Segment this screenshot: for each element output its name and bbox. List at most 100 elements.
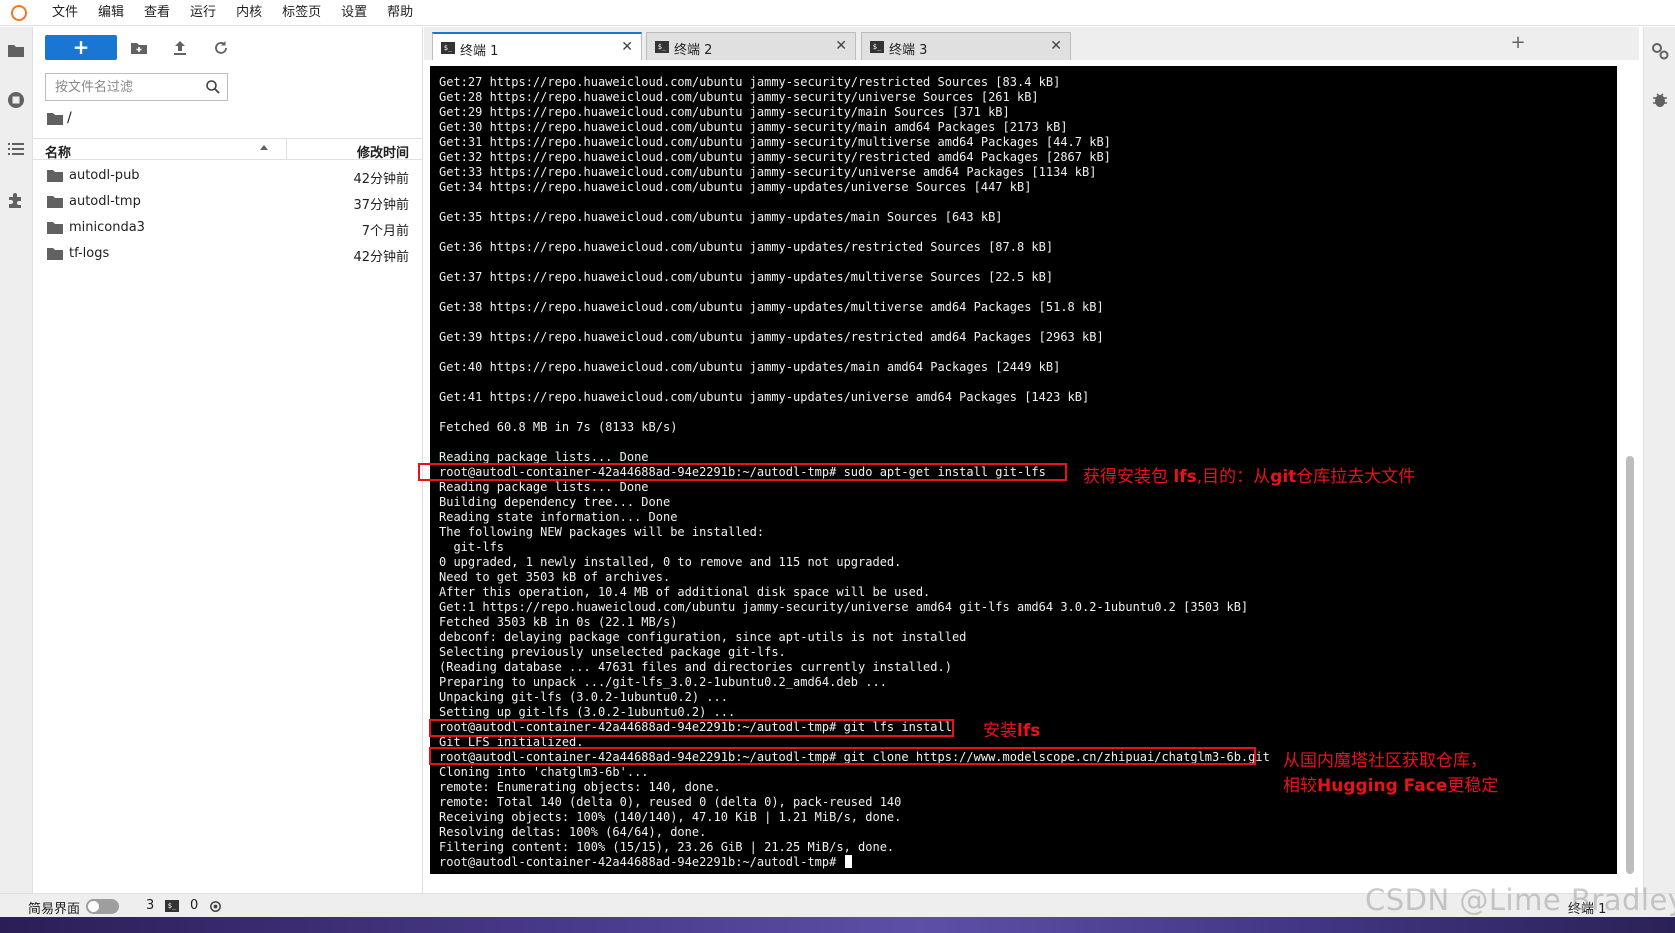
menu-tabs[interactable]: 标签页	[272, 0, 331, 26]
terminal-line: Receiving objects: 100% (140/140), 47.10…	[439, 810, 902, 824]
file-list-header: 名称 修改时间	[33, 138, 423, 161]
terminal-line: Building dependency tree... Done	[439, 495, 671, 509]
file-modified: 7个月前	[361, 224, 409, 239]
close-icon[interactable]: ✕	[835, 38, 847, 54]
annotation-clone-line-1: 从国内魔塔社区获取仓库，	[1283, 751, 1487, 771]
menu-edit[interactable]: 编辑	[88, 0, 134, 26]
annotation-box-apt-install	[418, 463, 1067, 481]
terminal-line: debconf: delaying package configuration,…	[439, 630, 967, 644]
column-divider[interactable]	[286, 139, 287, 159]
file-name: miniconda3	[69, 220, 145, 235]
terminal-line: Fetched 60.8 MB in 7s (8133 kB/s)	[439, 420, 678, 434]
annotation-box-git-clone	[429, 747, 1256, 765]
file-row[interactable]: miniconda3 7个月前	[33, 215, 423, 241]
terminal-line: Filtering content: 100% (15/15), 23.26 G…	[439, 840, 895, 854]
folder-icon	[47, 196, 63, 208]
file-row[interactable]: tf-logs 42分钟前	[33, 241, 423, 267]
new-tab-plus-icon[interactable]: +	[1507, 33, 1529, 55]
terminal-line: Get:1 https://repo.huaweicloud.com/ubunt…	[439, 600, 1249, 614]
annotation-lfs-install: 安装lfs	[983, 721, 1041, 741]
file-modified: 42分钟前	[353, 172, 409, 187]
terminal-line: Get:36 https://repo.huaweicloud.com/ubun…	[439, 240, 1054, 254]
menu-help[interactable]: 帮助	[377, 0, 423, 26]
refresh-icon[interactable]	[211, 38, 231, 58]
menu-kernel[interactable]: 内核	[226, 0, 272, 26]
terminal-line: After this operation, 10.4 MB of additio…	[439, 585, 931, 599]
terminal-line: Get:29 https://repo.huaweicloud.com/ubun…	[439, 105, 1010, 119]
terminal-icon[interactable]: $_	[165, 900, 179, 912]
terminal-line: Get:34 https://repo.huaweicloud.com/ubun…	[439, 180, 1032, 194]
terminal-cursor	[844, 855, 852, 868]
terminal-line: Get:33 https://repo.huaweicloud.com/ubun…	[439, 165, 1097, 179]
terminal-line: Get:35 https://repo.huaweicloud.com/ubun…	[439, 210, 1003, 224]
column-modified[interactable]: 修改时间	[357, 142, 409, 161]
file-row[interactable]: autodl-tmp 37分钟前	[33, 189, 423, 215]
property-inspector-gears-icon[interactable]	[1650, 41, 1670, 61]
folder-icon	[47, 248, 63, 260]
close-icon[interactable]: ✕	[621, 39, 633, 55]
table-of-contents-icon[interactable]	[6, 139, 26, 159]
folder-icon[interactable]	[6, 41, 26, 61]
extension-puzzle-icon[interactable]	[6, 190, 26, 210]
toggle-knob	[88, 901, 99, 912]
new-launcher-button[interactable]: +	[45, 35, 117, 60]
tab-label: 终端 1	[460, 44, 499, 59]
terminal-line: The following NEW packages will be insta…	[439, 525, 765, 539]
close-icon[interactable]: ✕	[1050, 38, 1062, 54]
scrollbar-thumb[interactable]	[1626, 456, 1634, 874]
terminal-line: Get:40 https://repo.huaweicloud.com/ubun…	[439, 360, 1061, 374]
simple-mode-toggle[interactable]	[86, 899, 119, 914]
terminal-line: Get:27 https://repo.huaweicloud.com/ubun…	[439, 75, 1061, 89]
folder-icon	[47, 170, 63, 182]
debugger-bug-icon[interactable]	[1650, 90, 1670, 110]
tab-terminal-3[interactable]: $_ 终端 3 ✕	[861, 32, 1071, 60]
column-name[interactable]: 名称	[45, 142, 71, 161]
file-filter	[45, 73, 228, 101]
tab-terminal-1[interactable]: $_ 终端 1 ✕	[432, 32, 642, 60]
terminal-line: Resolving deltas: 100% (64/64), done.	[439, 825, 707, 839]
terminal-line: Get:28 https://repo.huaweicloud.com/ubun…	[439, 90, 1039, 104]
menu-run[interactable]: 运行	[180, 0, 226, 26]
kernel-count[interactable]: 3	[146, 898, 154, 913]
breadcrumb-root[interactable]: /	[67, 110, 72, 126]
running-kernels-icon[interactable]	[6, 90, 26, 110]
folder-icon[interactable]	[47, 112, 63, 125]
sort-ascending-icon[interactable]	[259, 143, 269, 153]
tab-terminal-2[interactable]: $_ 终端 2 ✕	[646, 32, 856, 60]
terminal-line: Fetched 3503 kB in 0s (22.1 MB/s)	[439, 615, 678, 629]
upload-icon[interactable]	[170, 38, 190, 58]
annotation-apt-install: 获得安装包 lfs,目的：从git仓库拉去大文件	[1083, 467, 1416, 487]
menu-settings[interactable]: 设置	[331, 0, 377, 26]
tab-bar: $_ 终端 1 ✕ $_ 终端 2 ✕ $_ 终端 3 ✕ +	[424, 27, 1639, 60]
file-filter-input[interactable]	[46, 74, 196, 100]
terminal-line: Get:37 https://repo.huaweicloud.com/ubun…	[439, 270, 1054, 284]
terminal-line: Reading state information... Done	[439, 510, 678, 524]
breadcrumb: /	[47, 108, 72, 128]
terminal-count[interactable]: 0	[190, 898, 198, 913]
terminal-line: root@autodl-container-42a44688ad-94e2291…	[439, 855, 1609, 870]
terminal-line: Get:30 https://repo.huaweicloud.com/ubun…	[439, 120, 1068, 134]
new-folder-icon[interactable]	[129, 38, 149, 58]
terminal-line: 0 upgraded, 1 newly installed, 0 to remo…	[439, 555, 902, 569]
terminal-line: Unpacking git-lfs (3.0.2-1ubuntu0.2) ...	[439, 690, 728, 704]
terminal-line: Preparing to unpack .../git-lfs_3.0.2-1u…	[439, 675, 887, 689]
folder-icon	[47, 222, 63, 234]
file-row[interactable]: autodl-pub 42分钟前	[33, 163, 423, 189]
kernel-status-gear-icon[interactable]	[208, 899, 223, 914]
file-name: autodl-pub	[69, 168, 140, 183]
terminal-line: Need to get 3503 kB of archives.	[439, 570, 671, 584]
terminal-line: Get:32 https://repo.huaweicloud.com/ubun…	[439, 150, 1111, 164]
annotation-box-lfs-install	[429, 719, 954, 737]
menu-view[interactable]: 查看	[134, 0, 180, 26]
terminal-scrollbar[interactable]	[1621, 60, 1639, 893]
file-list: autodl-pub 42分钟前 autodl-tmp 37分钟前 minico…	[33, 163, 423, 267]
terminal-line: Get:41 https://repo.huaweicloud.com/ubun…	[439, 390, 1090, 404]
file-name: autodl-tmp	[69, 194, 141, 209]
menu-file[interactable]: 文件	[42, 0, 88, 26]
